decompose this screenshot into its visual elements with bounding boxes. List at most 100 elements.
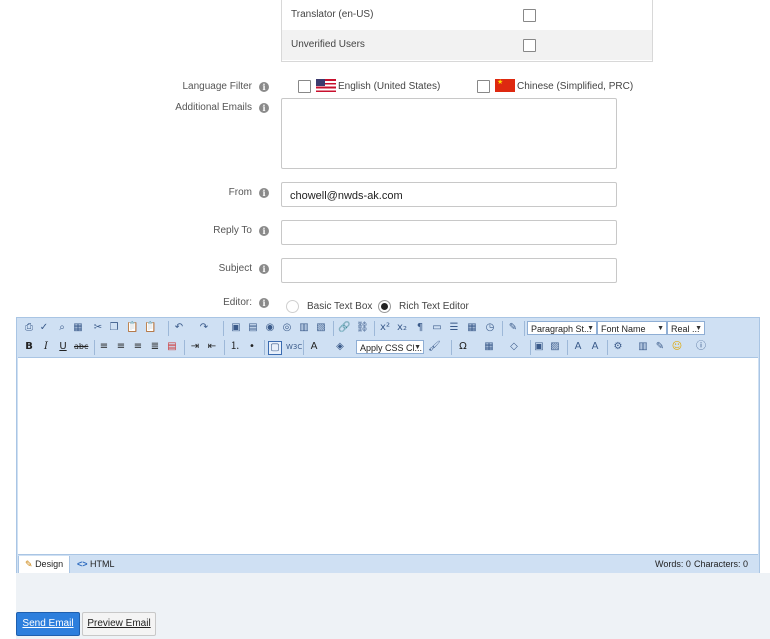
additional-emails-label: Additional Emails — [175, 102, 252, 113]
paste-options-icon[interactable]: 📋 — [144, 322, 156, 334]
back-color-icon[interactable]: ◈ — [334, 341, 346, 353]
info-icon[interactable]: i — [259, 188, 269, 198]
copy-icon[interactable]: ❐ — [108, 322, 120, 334]
cut-icon[interactable]: ✂ — [92, 322, 104, 334]
toolbar-separator — [524, 321, 525, 336]
hyperlink-icon[interactable]: 🔗 — [338, 322, 350, 334]
symbol-icon[interactable]: ◇ — [508, 341, 520, 353]
find-replace-icon[interactable]: ⌕ — [56, 322, 68, 334]
info-icon[interactable]: i — [259, 103, 269, 113]
ajax-spellcheck-icon[interactable]: A — [589, 341, 601, 353]
outdent-icon[interactable]: ⇤ — [206, 341, 218, 353]
about-icon[interactable]: ⓘ — [695, 341, 707, 353]
italic-icon[interactable]: I — [40, 341, 52, 353]
justify-none-icon[interactable]: ▤ — [166, 341, 178, 353]
subscript-icon[interactable]: x₂ — [396, 322, 408, 334]
document-manager-icon[interactable]: ▤ — [247, 322, 259, 334]
toolbar-separator — [607, 340, 608, 355]
superscript-icon[interactable]: x² — [379, 322, 391, 334]
css-class-dropdown[interactable]: Apply CSS Cl... ▼ — [356, 340, 424, 354]
insert-snippet-icon[interactable]: ✎ — [654, 341, 666, 353]
modules-icon[interactable]: ⚙ — [612, 341, 624, 353]
info-icon[interactable]: i — [259, 226, 269, 236]
emoticon-icon[interactable]: ☺ — [671, 341, 683, 353]
toolbar-separator — [530, 340, 531, 355]
info-icon[interactable]: i — [259, 298, 269, 308]
paragraph-style-dropdown[interactable]: Paragraph St... ▼ — [527, 321, 597, 335]
basic-text-box-radio[interactable] — [286, 300, 299, 313]
chinese-checkbox[interactable] — [477, 80, 490, 93]
tab-html[interactable]: <> HTML — [77, 556, 115, 573]
flash-manager-icon[interactable]: ◉ — [264, 322, 276, 334]
language-filter-label: Language Filter — [182, 81, 253, 92]
fore-color-icon[interactable]: A — [308, 341, 320, 353]
image-manager-icon[interactable]: ▣ — [230, 322, 242, 334]
english-checkbox[interactable] — [298, 80, 311, 93]
us-flag-icon — [316, 79, 336, 92]
role-checkbox[interactable] — [523, 9, 536, 22]
special-chars-icon[interactable]: Ω — [457, 341, 469, 353]
align-left-icon[interactable]: ≡ — [98, 341, 110, 353]
strikethrough-icon[interactable]: abc — [74, 341, 88, 353]
cn-flag-icon — [495, 78, 515, 92]
select-all-icon[interactable]: ▦ — [72, 322, 84, 334]
redo-icon[interactable]: ↷ — [198, 322, 210, 334]
toolbar-separator — [168, 321, 169, 336]
insert-time-icon[interactable]: ◷ — [484, 322, 496, 334]
paragraph-style-value: Paragraph St... — [531, 324, 592, 334]
justify-icon[interactable]: ≣ — [149, 341, 161, 353]
indent-icon[interactable]: ⇥ — [189, 341, 201, 353]
role-label: Translator (en-US) — [291, 9, 374, 20]
info-icon[interactable]: i — [259, 264, 269, 274]
tab-html-label: HTML — [90, 559, 115, 569]
insert-table-dropdown-icon[interactable]: ▦ — [483, 341, 495, 353]
image-properties-icon[interactable]: ▨ — [549, 341, 561, 353]
send-email-button[interactable]: Send Email — [16, 612, 80, 636]
subject-field[interactable] — [281, 258, 617, 283]
css-class-value: Apply CSS Cl... — [360, 343, 423, 353]
undo-icon[interactable]: ↶ — [173, 322, 185, 334]
chinese-label: Chinese (Simplified, PRC) — [517, 81, 634, 92]
template-manager-icon[interactable]: ▥ — [298, 322, 310, 334]
rich-text-editor-radio[interactable] — [378, 300, 391, 313]
align-right-icon[interactable]: ≡ — [132, 341, 144, 353]
bullet-list-icon[interactable]: • — [246, 341, 258, 353]
xhtml-validator-icon[interactable]: W3C — [286, 341, 302, 353]
toolbar-row-2: B I U abc ≡ ≡ ≡ ≣ ▤ ⇥ ⇤ ⒈ • ▢ W3C A ◈ Ap… — [18, 338, 758, 357]
numbered-list-icon[interactable]: ⒈ — [229, 341, 241, 353]
from-label: From — [228, 187, 252, 198]
format-stripper-icon[interactable]: ✎ — [507, 322, 519, 334]
image-map-icon[interactable]: ▣ — [533, 341, 545, 353]
info-icon[interactable]: i — [259, 82, 269, 92]
spellcheck-icon[interactable]: ✓ — [38, 322, 50, 334]
paste-icon[interactable]: 📋 — [126, 322, 138, 334]
tab-design[interactable]: ✎ Design — [18, 556, 71, 574]
spell-check-icon[interactable]: A — [572, 341, 584, 353]
reply-to-field[interactable] — [281, 220, 617, 245]
align-center-icon[interactable]: ≡ — [115, 341, 127, 353]
underline-icon[interactable]: U — [57, 341, 69, 353]
link-manager-icon[interactable]: ▧ — [315, 322, 327, 334]
role-row-unverified: Unverified Users — [282, 30, 652, 60]
horizontal-rule-icon[interactable]: ☰ — [448, 322, 460, 334]
trackchanges-icon[interactable]: ▥ — [637, 341, 649, 353]
role-checkbox[interactable] — [523, 39, 536, 52]
insert-table-icon[interactable]: ▭ — [431, 322, 443, 334]
toolbar-separator — [333, 321, 334, 336]
character-count: Characters: 0 — [694, 559, 749, 569]
font-size-dropdown[interactable]: Real ... ▼ — [667, 321, 705, 335]
print-icon[interactable]: ⎙ — [23, 322, 35, 334]
preview-email-button[interactable]: Preview Email — [82, 612, 156, 636]
unlink-icon[interactable]: ⛓ — [356, 322, 369, 334]
rich-text-editor-label: Rich Text Editor — [399, 301, 469, 312]
paragraph-icon[interactable]: ¶ — [414, 322, 426, 334]
editor-content-area[interactable] — [18, 357, 758, 555]
bold-icon[interactable]: B — [23, 341, 35, 353]
additional-emails-textarea[interactable] — [281, 98, 617, 169]
from-field[interactable]: chowell@nwds-ak.com — [281, 182, 617, 207]
format-brush-icon[interactable]: 🖌 — [428, 341, 441, 353]
insert-date-icon[interactable]: ▦ — [466, 322, 478, 334]
media-manager-icon[interactable]: ◎ — [281, 322, 293, 334]
toggle-borders-icon[interactable]: ▢ — [268, 341, 282, 355]
font-name-dropdown[interactable]: Font Name ▼ — [597, 321, 667, 335]
